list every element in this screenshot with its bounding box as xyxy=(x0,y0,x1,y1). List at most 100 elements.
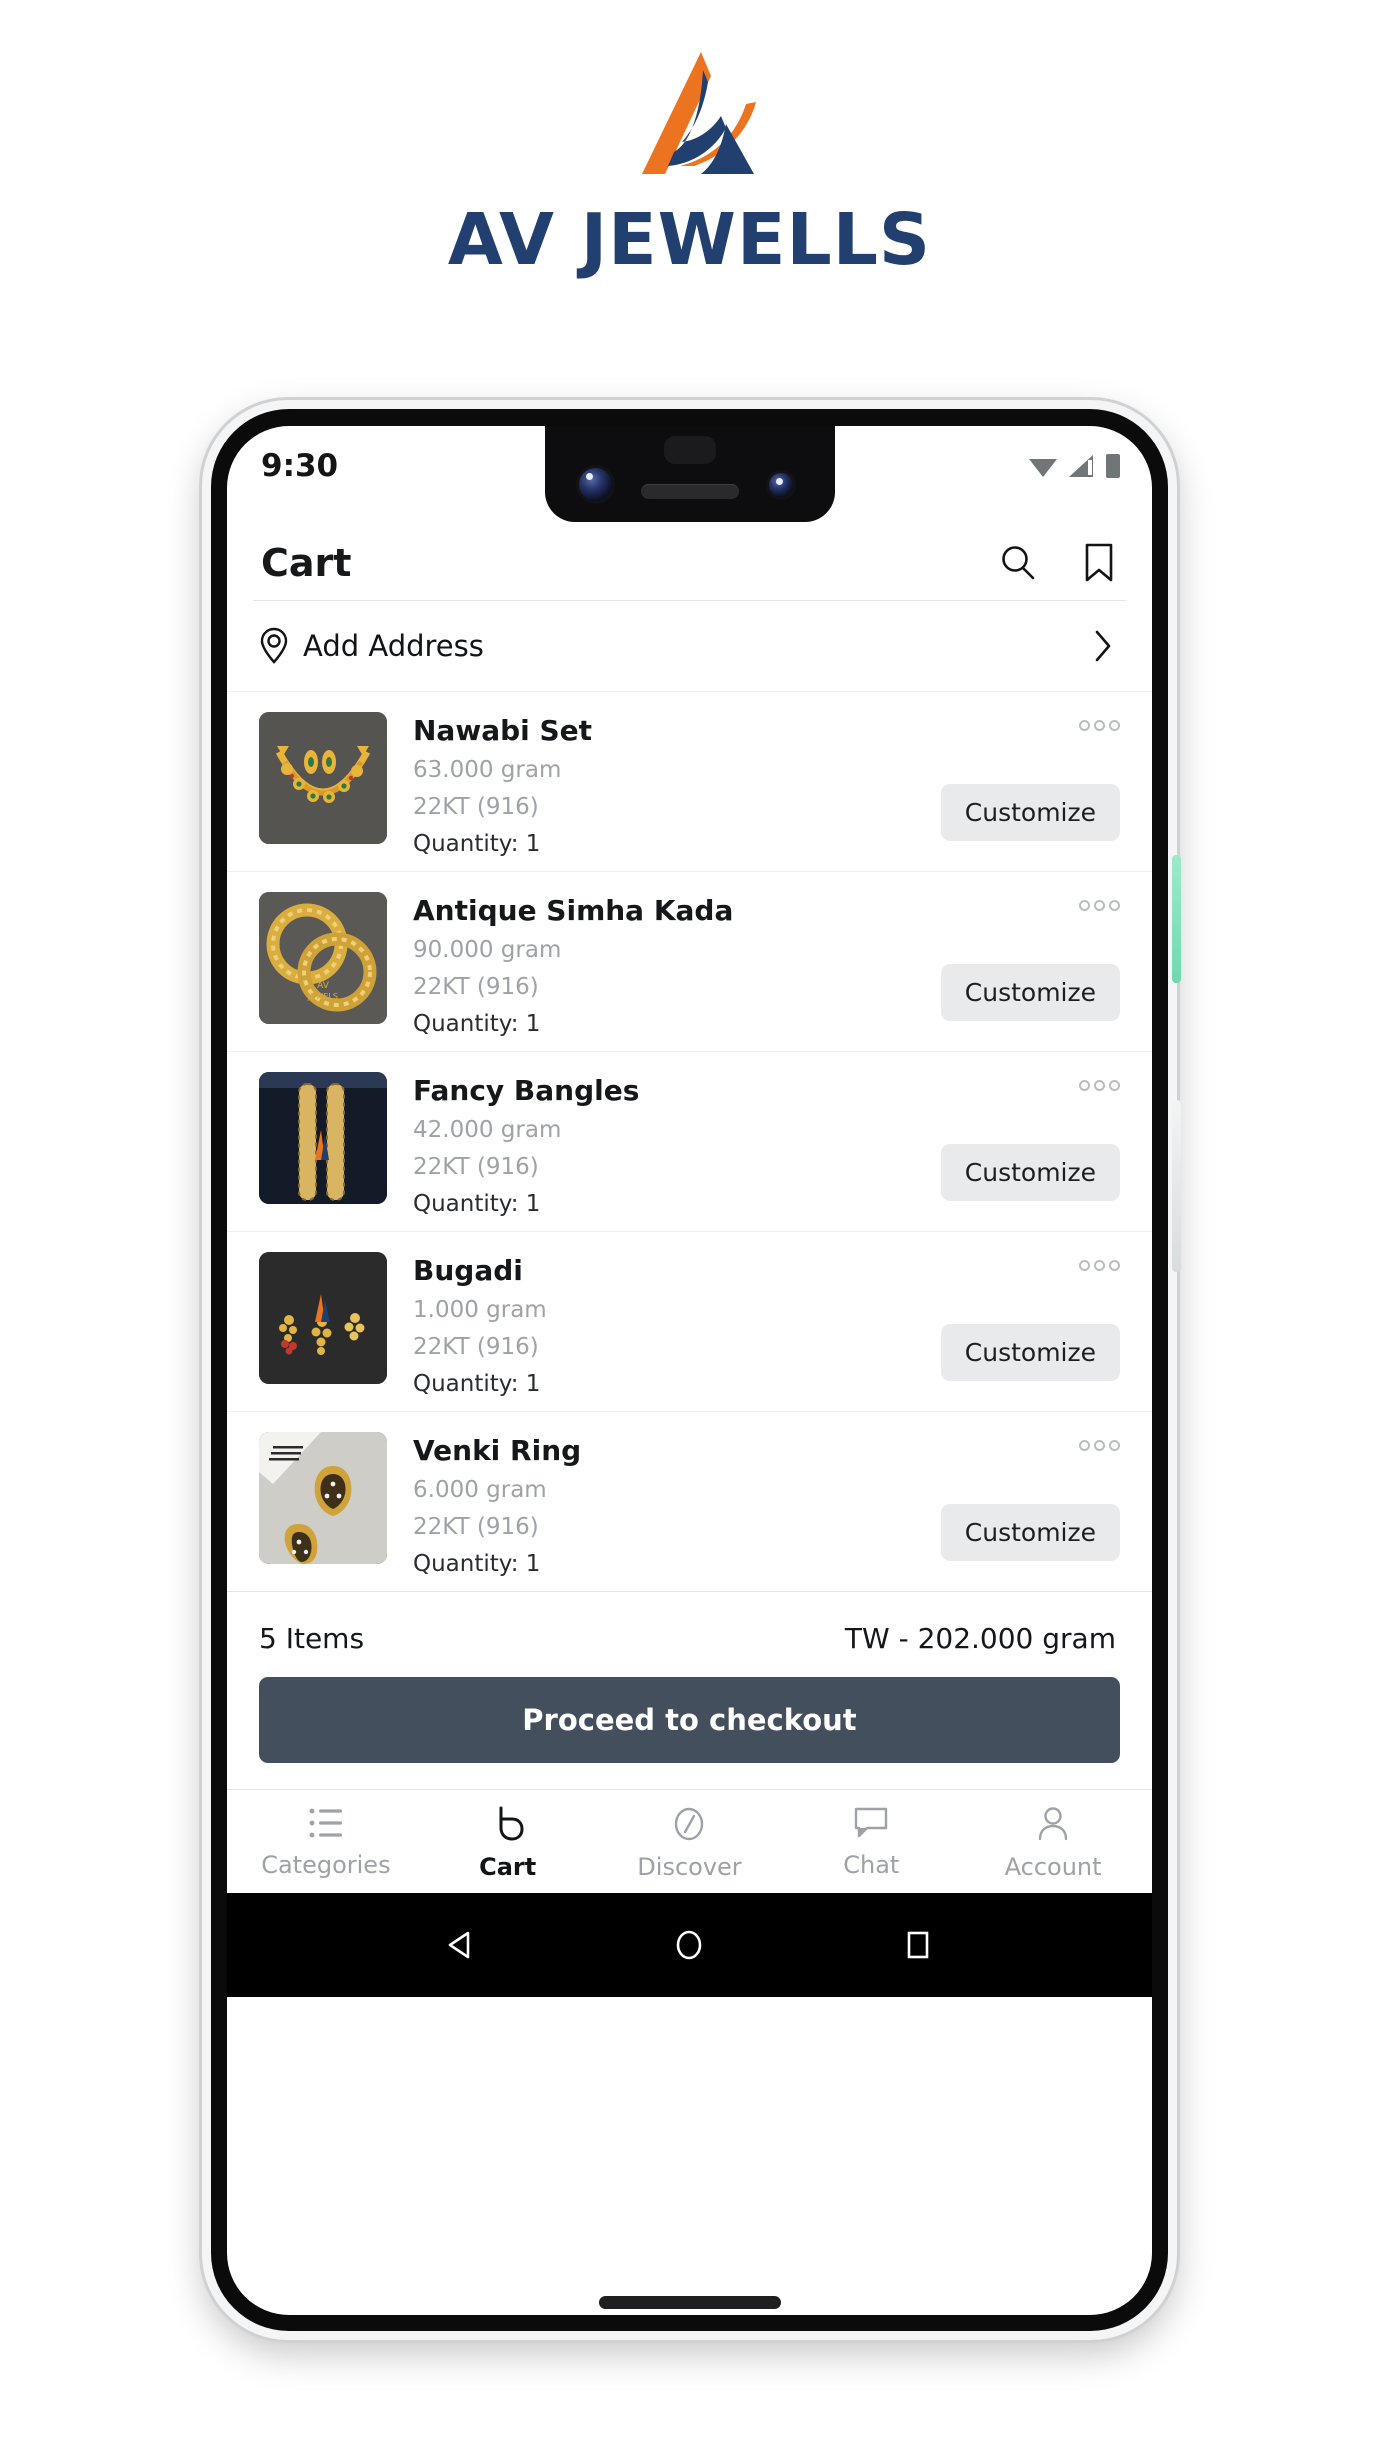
cart-item-name: Fancy Bangles xyxy=(413,1074,640,1107)
battery-icon xyxy=(1106,454,1120,478)
app-bar: Cart xyxy=(227,522,1152,600)
wifi-icon xyxy=(1029,459,1057,477)
customize-button[interactable]: Customize xyxy=(940,1144,1120,1201)
cart-item-purity: 22KT (916) xyxy=(413,794,539,820)
shopping-bag-icon xyxy=(499,1806,524,1841)
nav-item-categories[interactable]: Categories xyxy=(235,1806,417,1881)
cart-item-quantity: Quantity: 1 xyxy=(413,1011,541,1037)
customize-button[interactable]: Customize xyxy=(940,964,1120,1021)
phone-device-frame: 9:30 Cart Add Address Nawabi Set 63.000 … xyxy=(202,400,1181,2340)
cart-item-purity: 22KT (916) xyxy=(413,1514,539,1540)
search-icon[interactable] xyxy=(998,543,1038,583)
svg-text:AV: AV xyxy=(317,981,330,991)
cart-item-purity: 22KT (916) xyxy=(413,974,539,1000)
cart-item[interactable]: AV JEWELS Antique Simha Kada 90.000 gram… xyxy=(227,871,1152,1051)
overflow-dot xyxy=(1109,1080,1120,1091)
page-root: AV JEWELLS 9:30 Cart Add Address Nawabi … xyxy=(0,0,1379,2446)
person-icon xyxy=(1038,1807,1068,1841)
cart-item-weight: 42.000 gram xyxy=(413,1117,562,1143)
cart-item-list: Nawabi Set 63.000 gram 22KT (916) Quanti… xyxy=(227,691,1152,1591)
back-triangle-icon[interactable] xyxy=(441,1925,481,1965)
overflow-dot xyxy=(1079,1260,1090,1271)
status-time: 9:30 xyxy=(261,448,339,484)
cart-item[interactable]: Bugadi 1.000 gram 22KT (916) Quantity: 1 xyxy=(227,1231,1152,1411)
cart-item-actions: Customize xyxy=(926,706,1126,857)
status-icon-group xyxy=(1028,448,1122,480)
summary-total-weight: TW - 202.000 gram xyxy=(844,1622,1116,1655)
product-thumbnail-antique-bangles[interactable]: AV JEWELS xyxy=(259,892,387,1024)
product-thumbnail-bugadi[interactable] xyxy=(259,1252,387,1384)
cart-item-quantity: Quantity: 1 xyxy=(413,831,541,857)
product-thumbnail-necklace-set[interactable] xyxy=(259,712,387,844)
home-circle-icon[interactable] xyxy=(669,1925,709,1965)
cart-item-weight: 6.000 gram xyxy=(413,1477,547,1503)
cart-item[interactable]: Nawabi Set 63.000 gram 22KT (916) Quanti… xyxy=(227,691,1152,871)
overflow-dot xyxy=(1109,1260,1120,1271)
customize-button[interactable]: Customize xyxy=(940,1504,1120,1561)
bookmark-icon[interactable] xyxy=(1082,542,1116,584)
page-title: Cart xyxy=(261,541,352,585)
overflow-menu-icon[interactable] xyxy=(1079,1080,1120,1091)
cart-item-name: Bugadi xyxy=(413,1254,523,1287)
overflow-menu-icon[interactable] xyxy=(1079,720,1120,731)
nav-label-account: Account xyxy=(1004,1853,1102,1881)
chat-bubble-icon xyxy=(855,1807,888,1838)
cart-item[interactable]: Venki Ring 6.000 gram 22KT (916) Quantit… xyxy=(227,1411,1152,1591)
overflow-dot xyxy=(1109,1440,1120,1451)
overflow-dot xyxy=(1079,720,1090,731)
customize-button[interactable]: Customize xyxy=(940,784,1120,841)
proceed-to-checkout-button[interactable]: Proceed to checkout xyxy=(259,1677,1120,1763)
bottom-speaker-grille-icon xyxy=(598,2296,781,2309)
overflow-dot xyxy=(1079,1080,1090,1091)
cart-item-quantity: Quantity: 1 xyxy=(413,1191,541,1217)
cart-summary: 5 Items TW - 202.000 gram xyxy=(227,1591,1152,1677)
nav-item-chat[interactable]: Chat xyxy=(780,1806,962,1881)
cart-item-info: Bugadi 1.000 gram 22KT (916) Quantity: 1 xyxy=(387,1246,926,1397)
overflow-dot xyxy=(1079,900,1090,911)
checkout-container: Proceed to checkout xyxy=(227,1677,1152,1789)
brand-header: AV JEWELLS xyxy=(0,46,1379,281)
cart-item-info: Antique Simha Kada 90.000 gram 22KT (916… xyxy=(387,886,926,1037)
nav-item-discover[interactable]: Discover xyxy=(599,1806,781,1881)
customize-button[interactable]: Customize xyxy=(940,1324,1120,1381)
android-system-nav xyxy=(227,1893,1152,1997)
svg-text:JEWELS: JEWELS xyxy=(307,992,338,1001)
recents-square-icon[interactable] xyxy=(898,1925,938,1965)
nav-item-account[interactable]: Account xyxy=(962,1806,1144,1881)
overflow-menu-icon[interactable] xyxy=(1079,1440,1120,1451)
power-button[interactable] xyxy=(1172,855,1181,983)
phone-screen: 9:30 Cart Add Address Nawabi Set 63.000 … xyxy=(227,426,1152,2315)
add-address-left: Add Address xyxy=(259,627,484,665)
add-address-label: Add Address xyxy=(303,629,484,663)
product-thumbnail-venki-ring[interactable] xyxy=(259,1432,387,1564)
cart-item-info: Nawabi Set 63.000 gram 22KT (916) Quanti… xyxy=(387,706,926,857)
volume-rocker-button[interactable] xyxy=(1172,1100,1181,1272)
overflow-dot xyxy=(1094,720,1105,731)
cart-item-info: Venki Ring 6.000 gram 22KT (916) Quantit… xyxy=(387,1426,926,1577)
overflow-dot xyxy=(1109,900,1120,911)
overflow-dot xyxy=(1094,1260,1105,1271)
compass-icon xyxy=(675,1807,704,1841)
cart-item[interactable]: Fancy Bangles 42.000 gram 22KT (916) Qua… xyxy=(227,1051,1152,1231)
overflow-menu-icon[interactable] xyxy=(1079,900,1120,911)
overflow-dot xyxy=(1094,900,1105,911)
overflow-dot xyxy=(1109,720,1120,731)
bottom-navigation: Categories Cart Discover Chat Account xyxy=(227,1789,1152,1893)
product-thumbnail-fancy-bangles[interactable] xyxy=(259,1072,387,1204)
cart-item-actions: Customize xyxy=(926,1246,1126,1397)
cart-item-name: Nawabi Set xyxy=(413,714,593,747)
nav-item-cart[interactable]: Cart xyxy=(417,1806,599,1881)
cellular-signal-icon xyxy=(1069,455,1093,477)
nav-label-categories: Categories xyxy=(261,1851,391,1879)
add-address-row[interactable]: Add Address xyxy=(227,601,1152,691)
cart-item-actions: Customize xyxy=(926,1426,1126,1577)
cart-item-quantity: Quantity: 1 xyxy=(413,1551,541,1577)
overflow-dot xyxy=(1094,1440,1105,1451)
chevron-right-icon[interactable] xyxy=(1090,627,1114,665)
overflow-menu-icon[interactable] xyxy=(1079,1260,1120,1271)
nav-label-discover: Discover xyxy=(637,1853,742,1881)
app-bar-actions xyxy=(998,542,1116,584)
cart-item-weight: 63.000 gram xyxy=(413,757,562,783)
cart-item-actions: Customize xyxy=(926,886,1126,1037)
phone-bezel: 9:30 Cart Add Address Nawabi Set 63.000 … xyxy=(211,409,1168,2331)
